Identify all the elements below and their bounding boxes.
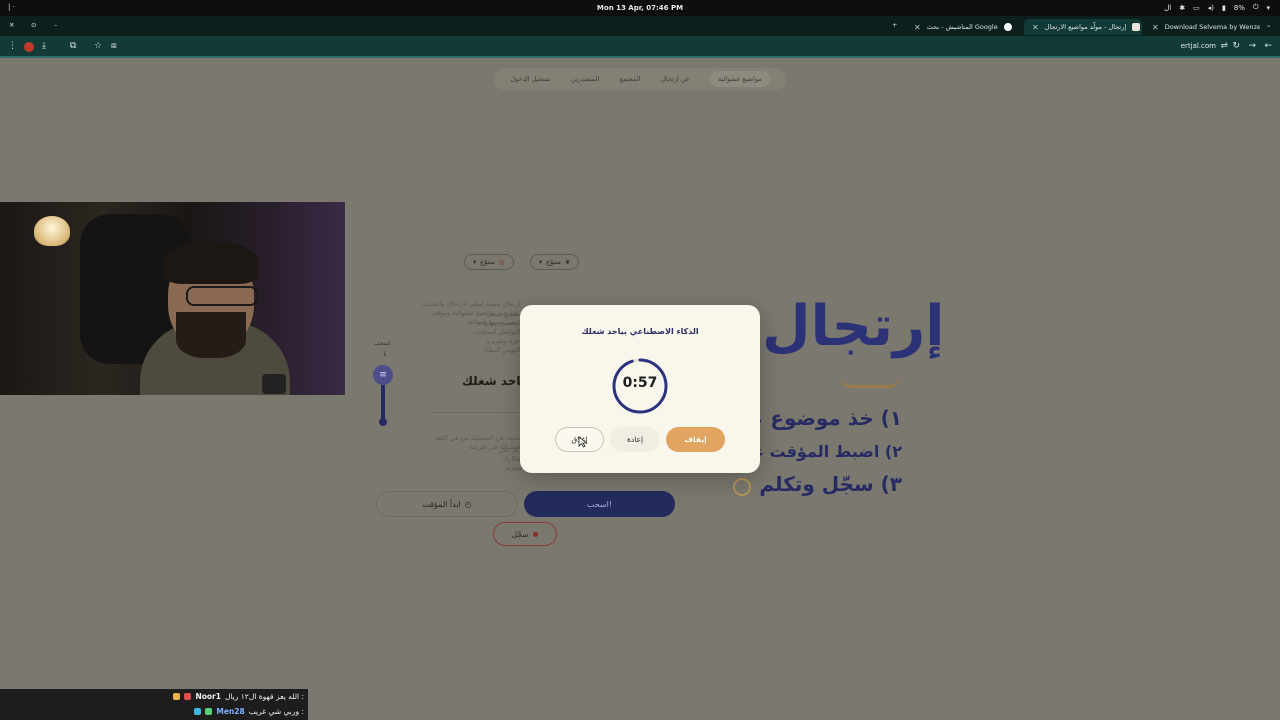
nav-leaderboard[interactable]: المتصدرين: [571, 75, 599, 83]
leaf-icon: ❦: [564, 258, 571, 266]
ertjal-favicon-icon: [1132, 23, 1141, 31]
window-close-icon[interactable]: ✕: [9, 21, 14, 29]
download-icon[interactable]: ⤓: [42, 41, 46, 51]
timer-modal: الذكاء الاصطناعي بياخد شغلك 0:57 إغلاق إ…: [520, 305, 760, 473]
clock-icon: ◴: [464, 499, 472, 509]
back-icon[interactable]: ←: [1264, 41, 1272, 51]
topic-hint-2: ركز على أفكارك لتقديم: [498, 446, 522, 472]
tab-title: إرتجال - مولّد مواضيع الارتجال: [1044, 23, 1127, 31]
bookmark-star-icon[interactable]: ☆: [94, 41, 102, 51]
tab-close-icon[interactable]: ✕: [1032, 23, 1039, 32]
tab-close-icon[interactable]: ✕: [1152, 23, 1159, 32]
smile-icon: [733, 478, 751, 496]
reload-icon[interactable]: ↻: [1232, 41, 1240, 51]
person-beard: [176, 312, 246, 358]
brand-logo: إرتجال: [762, 294, 945, 359]
drag-track-end: [379, 418, 387, 426]
drag-track: [381, 385, 385, 421]
record-button[interactable]: سجّل: [493, 522, 557, 546]
nav-random-topics[interactable]: مواضيع عشوائية: [710, 71, 770, 87]
chat-text: : الله يعز قهوة ال١٢ ريال: [224, 692, 304, 701]
stop-button[interactable]: إيقاف: [666, 427, 725, 452]
power-icon[interactable]: ⏻: [1253, 3, 1259, 12]
record-dot-icon: [533, 531, 539, 537]
chat-username: Men28: [216, 707, 245, 716]
chat-message: Men28 : وربي شي غريب: [0, 704, 308, 719]
microphone: [262, 374, 286, 394]
step-three: ٣) سجّل وتكلم: [759, 472, 902, 496]
drag-handle[interactable]: ≡: [373, 365, 393, 385]
nav-login[interactable]: تسجيل الدخول: [510, 75, 550, 83]
chat-badge-icon: [194, 708, 202, 715]
window-maximize-icon[interactable]: ⊙: [31, 21, 36, 29]
google-favicon-icon: [1003, 23, 1012, 31]
topic-divider: [432, 412, 522, 413]
address-bar[interactable]: ertjal.com: [1181, 42, 1216, 50]
tab-download-selvema[interactable]: ✕ Download Selvema by Wenzel...: [1144, 19, 1260, 35]
os-top-bar: | · Mon 13 Apr, 07:46 PM ال ✱ ▭ ◂) ▮ 8% …: [0, 0, 1280, 16]
keyboard-layout[interactable]: ال: [1164, 4, 1171, 12]
system-tray[interactable]: ال ✱ ▭ ◂) ▮ 8% ⏻ ▾: [1164, 3, 1270, 12]
bluetooth-icon: ✱: [1179, 3, 1186, 12]
chevron-down-icon: ▾: [539, 258, 543, 266]
start-timer-button[interactable]: ابدأ المؤقت ◴: [376, 491, 518, 517]
menu-chevron-icon[interactable]: ▾: [1266, 4, 1270, 12]
person-hair: [164, 242, 258, 284]
chat-badge-icon: [205, 708, 213, 715]
mouse-cursor-icon: [578, 436, 588, 448]
menu-dots-icon[interactable]: ⋮: [8, 41, 17, 51]
site-nav: مواضيع عشوائية عن إرتجال المجتمع المتصدر…: [494, 68, 786, 90]
nav-community[interactable]: المجتمع: [620, 75, 641, 83]
window-minimize-icon[interactable]: –: [54, 21, 57, 29]
site-settings-icon[interactable]: ⇌: [1220, 41, 1228, 51]
timer-countdown: 0:57: [622, 375, 658, 391]
person-glasses: [186, 286, 258, 306]
forward-icon[interactable]: →: [1248, 41, 1256, 51]
webcam-overlay: [0, 202, 345, 395]
intro-text-left-2: تطبيق عملي لتحسين مهارات التواصل استجابا…: [471, 310, 520, 354]
category-dropdown[interactable]: ▾ متنوّع ◎: [464, 254, 514, 270]
arrow-down-icon: ↓: [382, 350, 388, 358]
tab-close-icon[interactable]: ✕: [914, 23, 921, 32]
tab-google-search[interactable]: ✕ المتاشيش - بحث Google: [906, 19, 1022, 35]
chat-message: Noor1 : الله يعز قهوة ال١٢ ريال: [0, 689, 308, 704]
battery-icon: ▮: [1221, 3, 1226, 12]
new-tab-icon[interactable]: +: [892, 21, 897, 29]
volume-icon: ◂): [1207, 3, 1214, 12]
brand-swoosh: [840, 376, 900, 388]
chat-badge-icon: [184, 693, 192, 700]
chevron-down-icon: ▾: [473, 258, 477, 266]
category-label: متنوّع: [480, 258, 495, 266]
chat-username: Noor1: [195, 692, 221, 701]
nav-about[interactable]: عن إرتجال: [661, 75, 690, 83]
browser-toolbar: ⋮ ⤓ ⧉ ☆ ⧈ ertjal.com ⇌ ↻ → ←: [0, 36, 1280, 58]
chat-text: : وربي شي غريب: [248, 707, 304, 716]
lamp-shape: [34, 216, 70, 246]
extensions-icon[interactable]: ⧉: [70, 41, 76, 51]
stream-chat: Noor1 : الله يعز قهوة ال١٢ ريال Men28 : …: [0, 689, 308, 720]
pull-topic-button[interactable]: اسحب!: [524, 491, 675, 517]
reset-button[interactable]: إعادة: [610, 427, 660, 452]
profile-avatar[interactable]: [24, 42, 34, 52]
chat-badge-icon: [173, 693, 181, 700]
battery-level: 8%: [1233, 3, 1245, 12]
share-icon[interactable]: ⧈: [111, 41, 117, 51]
difficulty-label: متنوّع: [546, 258, 561, 266]
record-label: سجّل: [511, 529, 529, 539]
screen-icon: ▭: [1193, 3, 1200, 12]
system-clock[interactable]: Mon 13 Apr, 07:46 PM: [0, 4, 1280, 12]
tab-list-chevron-icon[interactable]: ⌄: [1266, 21, 1271, 29]
difficulty-dropdown[interactable]: ▾ متنوّع ❦: [530, 254, 580, 270]
tab-title: المتاشيش - بحث Google: [926, 23, 998, 31]
tab-ertjal[interactable]: ✕ إرتجال - مولّد مواضيع الارتجال: [1024, 19, 1142, 35]
tab-title: Download Selvema by Wenzel...: [1164, 23, 1260, 31]
drag-label: اسحب: [374, 340, 391, 347]
target-icon: ◎: [498, 258, 505, 266]
modal-title: الذكاء الاصطناعي بياخد شغلك: [581, 327, 699, 336]
browser-tab-strip: ✕ ⊙ – + ✕ المتاشيش - بحث Google ✕ إرتجال…: [0, 16, 1280, 36]
start-timer-label: ابدأ المؤقت: [422, 499, 461, 509]
